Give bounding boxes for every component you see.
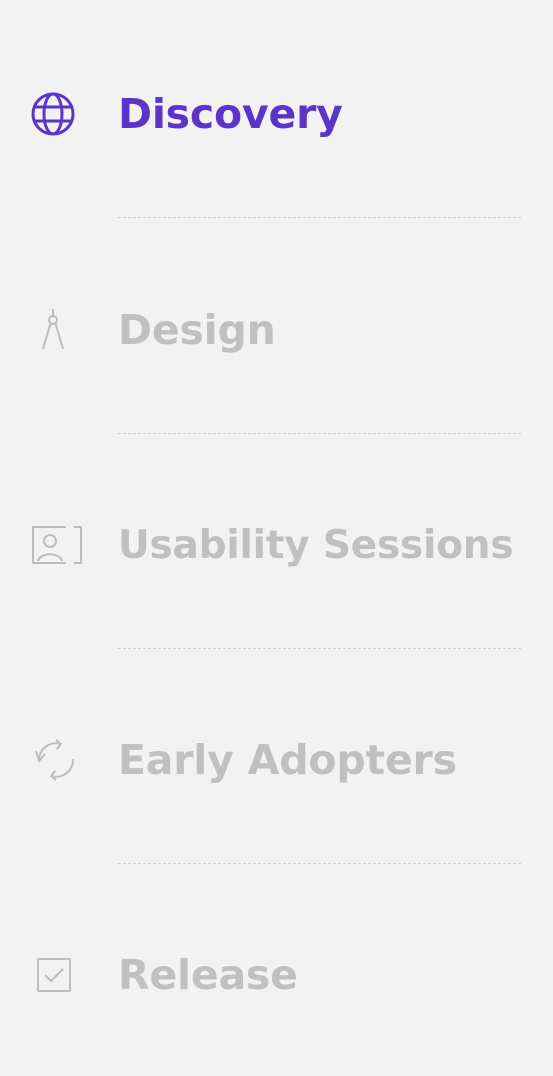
- compass-icon: [30, 309, 90, 350]
- dashed-separator: [118, 648, 521, 649]
- globe-icon: [30, 92, 90, 136]
- nav-item-early-adopters[interactable]: Early Adopters: [30, 730, 543, 790]
- nav-item-usability-sessions[interactable]: Usability Sessions: [30, 515, 543, 575]
- nav-item-label: Early Adopters: [118, 735, 457, 784]
- nav-item-label: Design: [118, 305, 276, 354]
- user-card-icon: [30, 525, 90, 565]
- dashed-separator: [118, 863, 521, 864]
- dashed-separator: [118, 217, 521, 218]
- nav-item-label: Usability Sessions: [118, 522, 514, 568]
- checkbox-icon: [30, 955, 90, 995]
- step-navigation: Discovery Design Usability Sessions Earl…: [0, 0, 553, 1076]
- nav-item-release[interactable]: Release: [30, 945, 543, 1005]
- refresh-icon: [30, 739, 90, 781]
- nav-item-label: Discovery: [118, 89, 343, 138]
- nav-item-discovery[interactable]: Discovery: [30, 84, 543, 144]
- dashed-separator: [118, 433, 521, 434]
- nav-item-label: Release: [118, 950, 298, 999]
- nav-item-design[interactable]: Design: [30, 300, 543, 360]
